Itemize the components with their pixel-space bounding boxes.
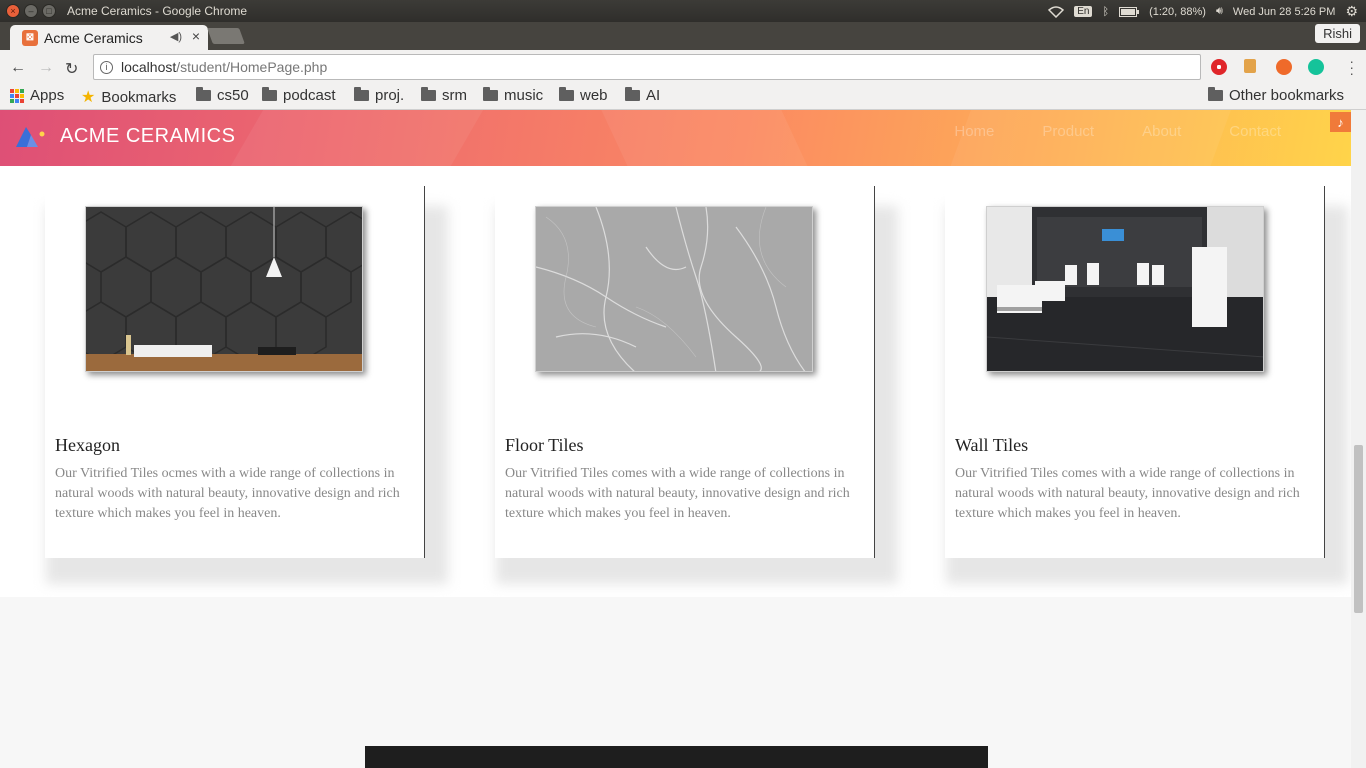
apps-label: Apps xyxy=(30,87,65,104)
tab-audio-icon[interactable]: ◀) xyxy=(170,30,182,43)
bookmark-folder-web[interactable]: web xyxy=(559,87,608,104)
folder-icon xyxy=(421,87,436,101)
product-title: Wall Tiles xyxy=(955,435,1029,455)
close-window-button[interactable]: × xyxy=(6,4,20,18)
product-description: Our Vitrified Tiles comes with a wide ra… xyxy=(955,466,1300,521)
star-icon: ★ xyxy=(81,89,96,106)
tab-strip: ⊠ Acme Ceramics ◀) × Rishi xyxy=(0,22,1366,50)
site-favicon-icon: ⊠ xyxy=(22,29,38,46)
music-note-icon[interactable]: ♪ xyxy=(1330,112,1351,132)
os-top-bar: × – □ Acme Ceramics - Google Chrome En ᛒ… xyxy=(0,0,1366,22)
nav-contact-link[interactable]: Contact xyxy=(1205,123,1305,140)
battery-status: (1:20, 88%) xyxy=(1149,5,1206,18)
bookmark-folder-music[interactable]: music xyxy=(483,87,543,104)
other-bookmarks-folder[interactable]: Other bookmarks xyxy=(1208,87,1344,104)
chrome-menu-icon[interactable]: · · · xyxy=(1349,54,1354,80)
navbar-polygon-decor xyxy=(596,110,824,166)
bookmark-folder-cs50[interactable]: cs50 xyxy=(196,87,249,104)
browser-toolbar: ← → ↻ i localhost/student/HomePage.php ·… xyxy=(0,50,1366,84)
volume-icon[interactable]: 🔊︎ xyxy=(1216,5,1223,18)
product-card-wall-tiles[interactable]: Wall Tiles Our Vitrified Tiles comes wit… xyxy=(945,186,1325,558)
tab-acme-ceramics[interactable]: ⊠ Acme Ceramics ◀) × xyxy=(10,25,208,50)
folder-label: music xyxy=(504,87,544,104)
site-navbar: ACME CERAMICS Home Product About Contact… xyxy=(0,110,1351,166)
product-title: Hexagon xyxy=(55,435,120,455)
page-viewport: ACME CERAMICS Home Product About Contact… xyxy=(0,110,1351,768)
site-menu: Home Product About Contact xyxy=(930,123,1305,140)
tab-close-icon[interactable]: × xyxy=(192,28,200,44)
minimize-window-button[interactable]: – xyxy=(24,4,38,18)
wall-tiles-showroom-image[interactable] xyxy=(986,206,1264,372)
battery-icon[interactable] xyxy=(1119,6,1140,17)
bluetooth-icon[interactable]: ᛒ xyxy=(1102,6,1109,18)
back-arrow-icon[interactable]: ← xyxy=(10,59,26,77)
folder-label: AI xyxy=(646,87,661,104)
folder-icon xyxy=(483,87,498,101)
navbar-polygon-decor xyxy=(205,110,495,166)
bookmarks-shortcut[interactable]: ★ Bookmarks xyxy=(81,87,176,107)
product-card-hexagon[interactable]: Hexagon Our Vitrified Tiles ocmes with a… xyxy=(45,186,425,558)
url-host: localhost xyxy=(121,59,177,75)
tab-title: Acme Ceramics xyxy=(44,29,143,46)
folder-label: srm xyxy=(442,87,467,104)
folder-label: Other bookmarks xyxy=(1229,87,1345,104)
bookmark-folder-ai[interactable]: AI xyxy=(625,87,660,104)
opera-extension-icon[interactable] xyxy=(1211,59,1227,75)
maximize-window-button[interactable]: □ xyxy=(42,4,56,18)
folder-label: podcast xyxy=(283,87,336,104)
bookmark-folder-srm[interactable]: srm xyxy=(421,87,467,104)
forward-arrow-icon[interactable]: → xyxy=(38,59,54,77)
product-description: Our Vitrified Tiles ocmes with a wide ra… xyxy=(55,466,400,521)
bookmarks-label: Bookmarks xyxy=(101,88,177,106)
folder-label: cs50 xyxy=(217,87,249,104)
fire-extension-icon[interactable] xyxy=(1276,59,1292,75)
folder-icon xyxy=(354,87,369,101)
new-tab-button[interactable] xyxy=(207,28,245,44)
profile-button[interactable]: Rishi xyxy=(1315,24,1360,43)
scrollbar-thumb[interactable] xyxy=(1354,445,1363,613)
window-title: Acme Ceramics - Google Chrome xyxy=(67,4,248,18)
product-description: Our Vitrified Tiles comes with a wide ra… xyxy=(505,466,850,521)
clock[interactable]: Wed Jun 28 5:26 PM xyxy=(1233,6,1336,18)
acme-logo-icon[interactable] xyxy=(16,125,46,147)
page-scrollbar[interactable] xyxy=(1351,110,1366,768)
apps-grid-icon xyxy=(10,88,24,103)
nav-home-link[interactable]: Home xyxy=(930,123,1018,140)
bookmarks-bar: Apps ★ Bookmarks cs50 podcast proj. srm … xyxy=(0,84,1366,110)
nav-product-link[interactable]: Product xyxy=(1018,123,1118,140)
grammarly-extension-icon[interactable] xyxy=(1308,59,1324,75)
url-path: /student/HomePage.php xyxy=(176,59,328,75)
window-controls: × – □ xyxy=(6,4,56,18)
folder-icon xyxy=(625,87,640,101)
product-cards: Hexagon Our Vitrified Tiles ocmes with a… xyxy=(0,186,1351,584)
system-tray: En ᛒ (1:20, 88%) 🔊︎ Wed Jun 28 5:26 PM ⚙ xyxy=(1048,3,1358,20)
folder-icon xyxy=(559,87,574,101)
folder-icon xyxy=(196,87,211,101)
apps-shortcut[interactable]: Apps xyxy=(10,87,64,104)
nav-about-link[interactable]: About xyxy=(1118,123,1205,140)
folder-icon xyxy=(262,87,277,101)
next-section xyxy=(0,597,1351,768)
product-title: Floor Tiles xyxy=(505,435,584,455)
settings-gear-icon[interactable]: ⚙ xyxy=(1345,3,1358,20)
folder-label: proj. xyxy=(375,87,405,104)
folder-icon xyxy=(1208,87,1223,101)
marble-floor-image[interactable] xyxy=(535,206,813,372)
product-card-floor-tiles[interactable]: Floor Tiles Our Vitrified Tiles comes wi… xyxy=(495,186,875,558)
next-section-image xyxy=(365,746,988,768)
reload-icon[interactable]: ↻ xyxy=(65,59,78,79)
bookmark-extension-icon[interactable] xyxy=(1244,59,1256,73)
bookmark-folder-podcast[interactable]: podcast xyxy=(262,87,336,104)
site-info-icon[interactable]: i xyxy=(100,60,113,74)
keyboard-language-indicator[interactable]: En xyxy=(1074,6,1093,17)
wifi-icon[interactable] xyxy=(1048,5,1065,18)
site-brand[interactable]: ACME CERAMICS xyxy=(60,125,235,148)
address-bar[interactable]: i localhost/student/HomePage.php xyxy=(93,54,1201,80)
folder-label: web xyxy=(580,87,608,104)
hexagon-tiles-image[interactable] xyxy=(85,206,363,372)
bookmark-folder-proj[interactable]: proj. xyxy=(354,87,404,104)
